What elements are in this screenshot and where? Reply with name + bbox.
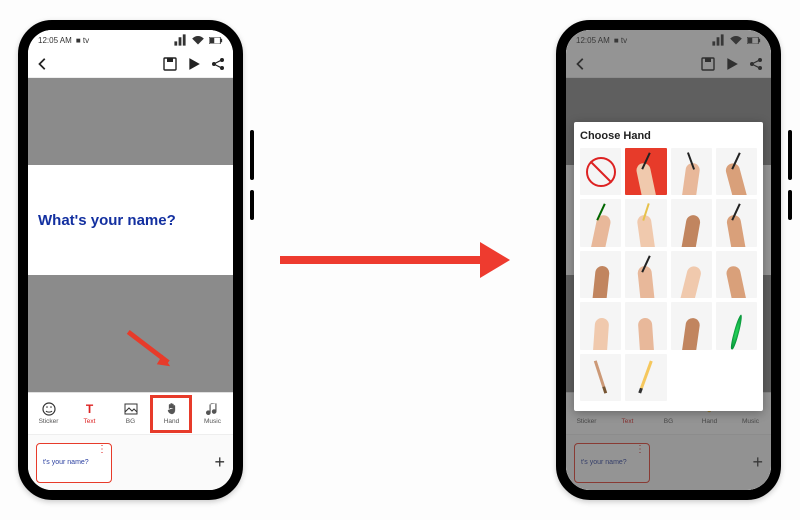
smiley-icon xyxy=(42,402,56,416)
wifi-icon xyxy=(191,33,205,47)
music-icon xyxy=(206,402,220,416)
tool-label: Text xyxy=(84,418,96,425)
phone-side-button xyxy=(788,130,792,180)
tool-label: Sticker xyxy=(39,418,59,425)
text-card[interactable]: What's your name? xyxy=(28,165,233,275)
thumb-caption: t's your name? xyxy=(43,459,89,466)
hand-option[interactable] xyxy=(625,148,666,195)
hand-option-pencil[interactable] xyxy=(625,354,666,401)
screen-left: 12:05 AM ■ tv What's your name? xyxy=(28,30,233,490)
hand-option[interactable] xyxy=(671,148,712,195)
hand-option[interactable] xyxy=(716,251,757,298)
text-icon: T xyxy=(83,402,97,416)
thumb-strip: t's your name? ⋮ + xyxy=(28,434,233,490)
phone-side-button xyxy=(250,130,254,180)
hand-option[interactable] xyxy=(625,199,666,246)
signal-icon xyxy=(173,33,187,47)
hand-option-brush[interactable] xyxy=(580,354,621,401)
bottom-toolbar: Sticker T Text BG Hand Music xyxy=(28,392,233,434)
hand-option[interactable] xyxy=(580,251,621,298)
transition-arrow xyxy=(280,240,510,280)
hand-option-feather[interactable] xyxy=(716,302,757,349)
hand-option[interactable] xyxy=(580,302,621,349)
thumb-more-icon[interactable]: ⋮ xyxy=(97,448,107,452)
tool-label: Music xyxy=(204,418,221,425)
image-icon xyxy=(124,402,138,416)
hand-grid xyxy=(580,148,757,401)
tool-sticker[interactable]: Sticker xyxy=(28,393,69,434)
tool-bg[interactable]: BG xyxy=(110,393,151,434)
hand-option[interactable] xyxy=(716,199,757,246)
top-bar xyxy=(28,50,233,78)
tool-hand[interactable]: Hand xyxy=(151,393,192,434)
dialog-title: Choose Hand xyxy=(580,130,757,142)
phone-right: 12:05 AM ■ tv What's your name? ☺Stick xyxy=(556,20,781,500)
slide-thumb[interactable]: t's your name? ⋮ xyxy=(36,443,112,483)
hand-option[interactable] xyxy=(716,148,757,195)
hand-icon xyxy=(165,402,179,416)
tool-text[interactable]: T Text xyxy=(69,393,110,434)
add-slide-button[interactable]: + xyxy=(214,452,225,473)
battery-icon xyxy=(209,33,223,47)
screen-right: 12:05 AM ■ tv What's your name? ☺Stick xyxy=(566,30,771,490)
hand-option[interactable] xyxy=(671,302,712,349)
play-icon[interactable] xyxy=(187,57,201,71)
choose-hand-dialog: Choose Hand xyxy=(574,122,763,411)
phone-left: 12:05 AM ■ tv What's your name? xyxy=(18,20,243,500)
tool-label: Hand xyxy=(164,418,180,425)
hand-option-empty xyxy=(716,354,757,401)
hand-option[interactable] xyxy=(671,251,712,298)
tool-music[interactable]: Music xyxy=(192,393,233,434)
hand-option[interactable] xyxy=(580,199,621,246)
share-icon[interactable] xyxy=(211,57,225,71)
hand-option[interactable] xyxy=(671,199,712,246)
callout-arrow xyxy=(124,330,182,370)
hand-option-none[interactable] xyxy=(580,148,621,195)
phone-side-button xyxy=(250,190,254,220)
tool-label: BG xyxy=(126,418,135,425)
canvas-text: What's your name? xyxy=(38,212,176,229)
phone-side-button xyxy=(788,190,792,220)
save-icon[interactable] xyxy=(163,57,177,71)
hand-option[interactable] xyxy=(625,302,666,349)
status-bar: 12:05 AM ■ tv xyxy=(28,30,233,50)
hand-option-empty xyxy=(671,354,712,401)
back-icon[interactable] xyxy=(36,57,50,71)
status-rec: ■ tv xyxy=(76,36,89,45)
hand-option[interactable] xyxy=(625,251,666,298)
status-time: 12:05 AM xyxy=(38,36,72,45)
